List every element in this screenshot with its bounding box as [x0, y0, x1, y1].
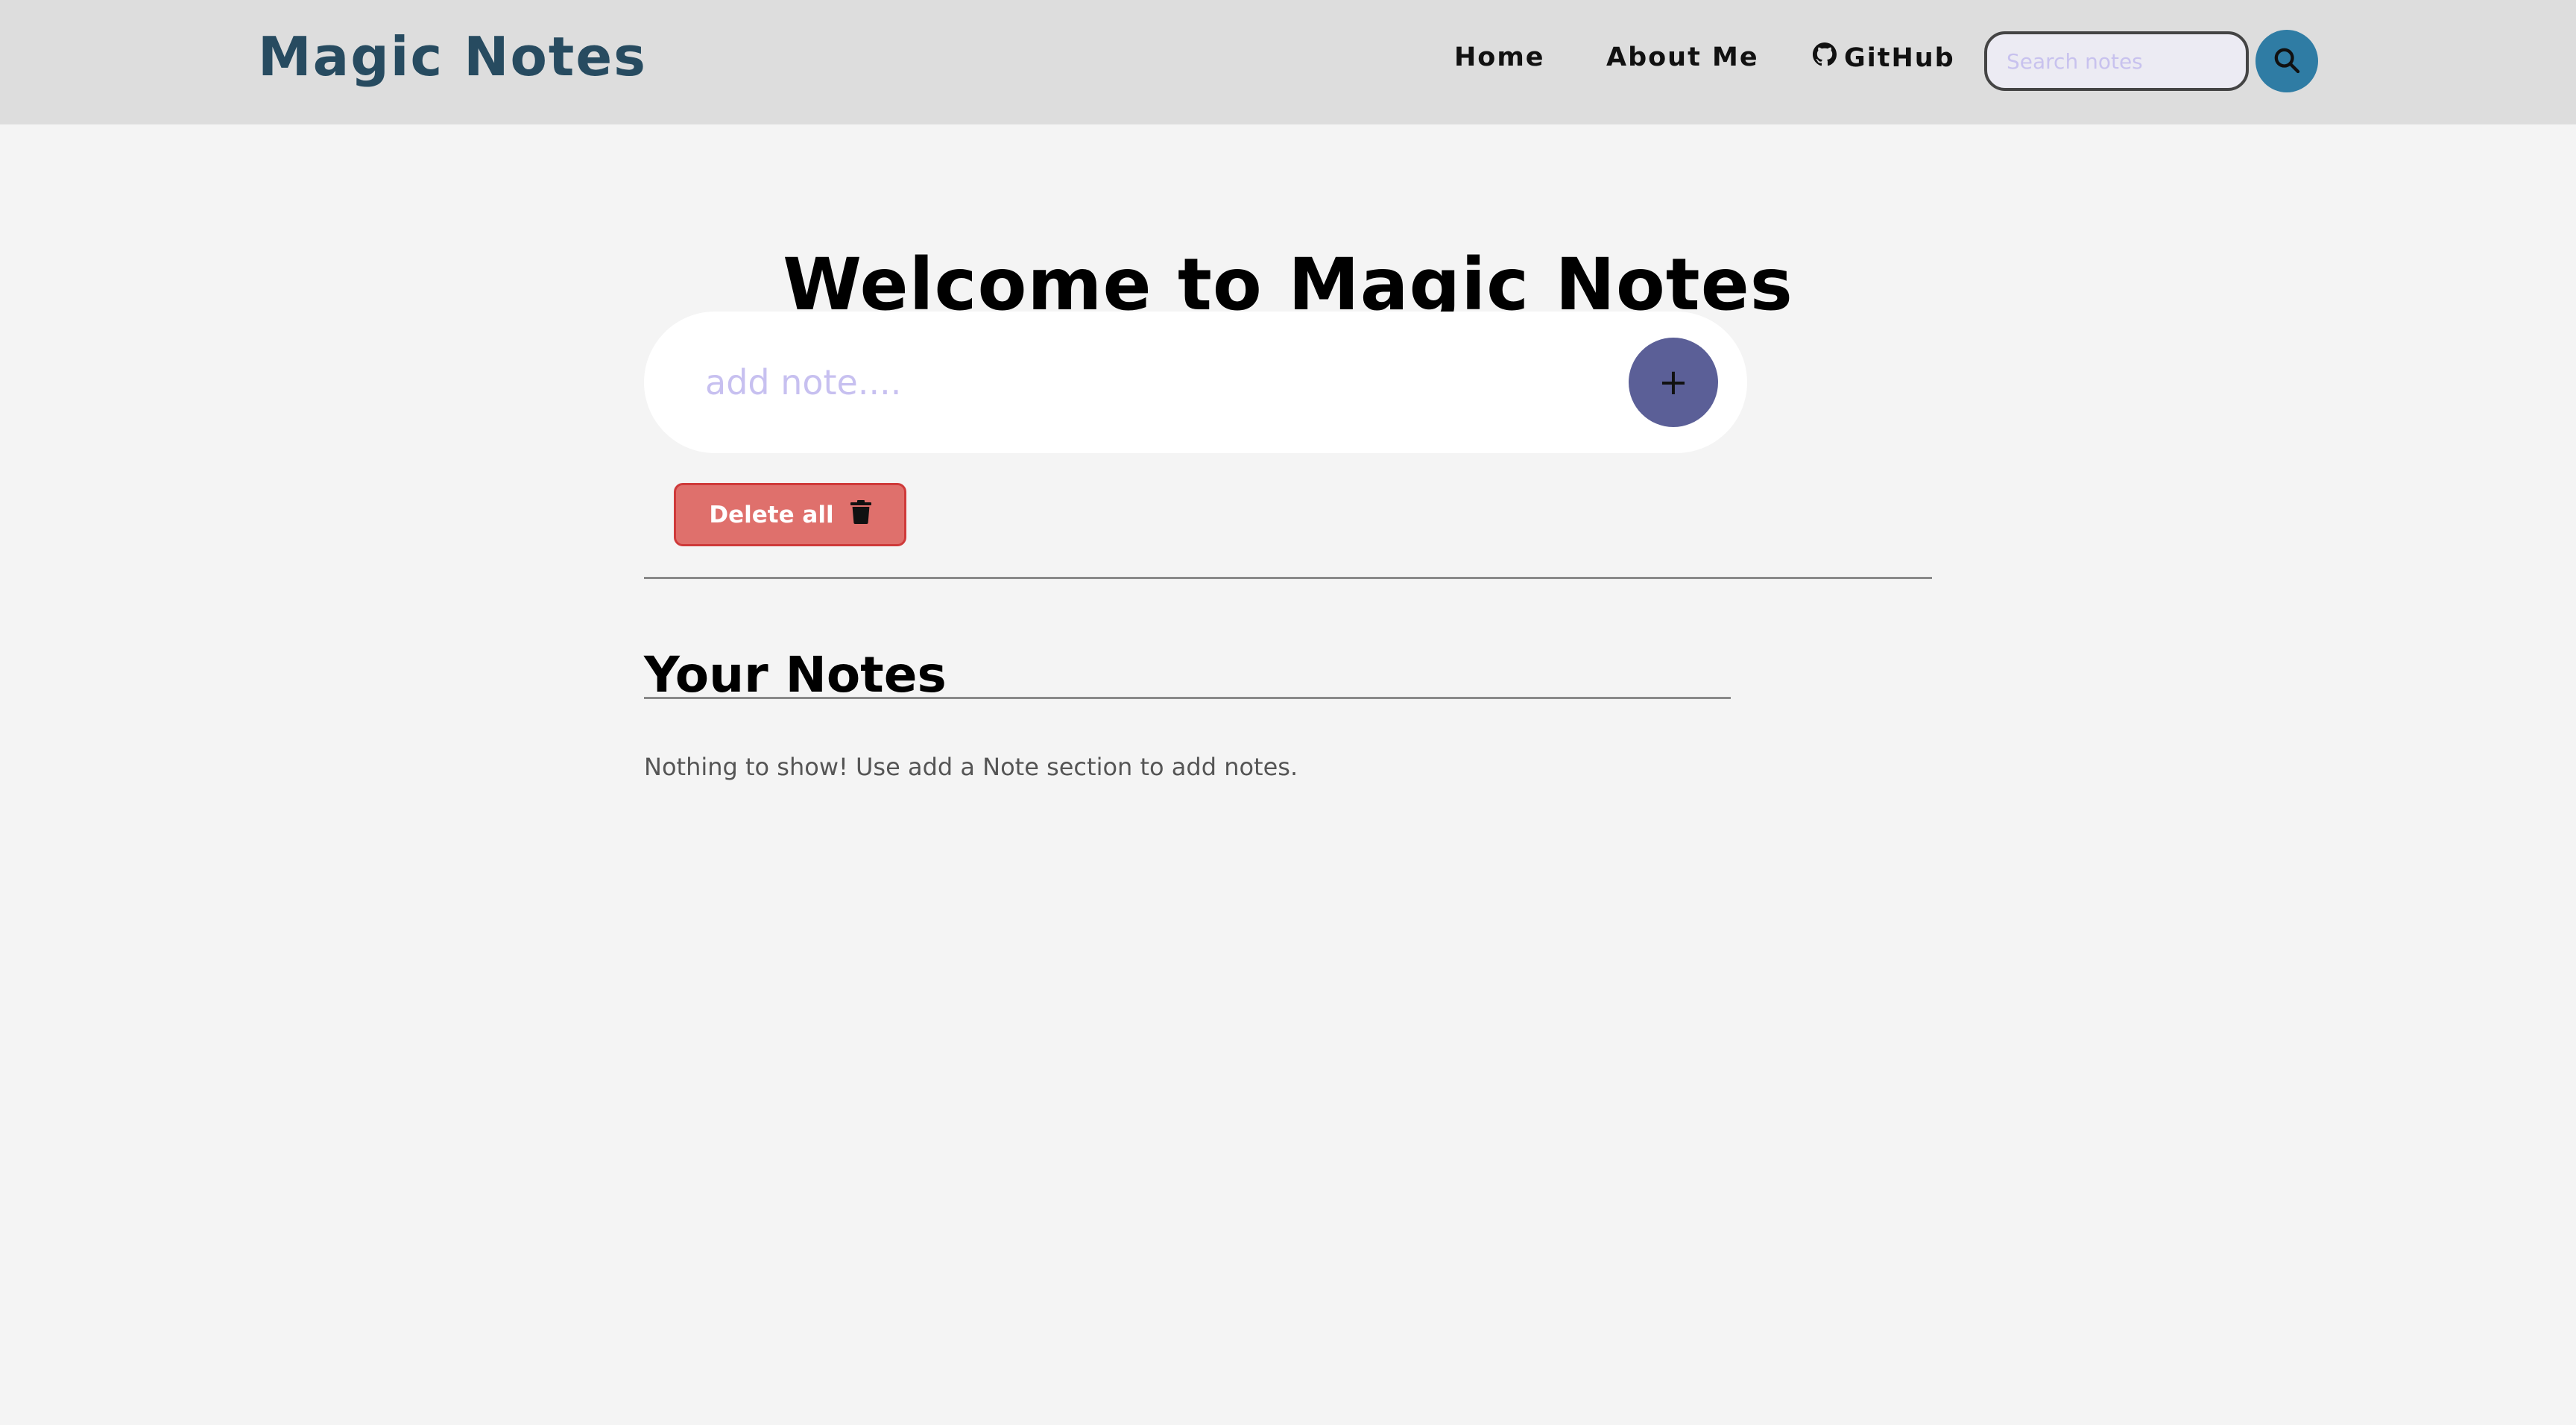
github-icon	[1813, 42, 1837, 73]
nav-link-home[interactable]: Home	[1454, 42, 1545, 72]
search-icon	[2272, 45, 2302, 78]
trash-icon	[850, 499, 871, 530]
add-note-button[interactable]: +	[1629, 338, 1718, 427]
delete-all-button[interactable]: Delete all	[674, 483, 906, 546]
nav-link-about[interactable]: About Me	[1606, 42, 1759, 72]
divider	[644, 577, 1932, 579]
notes-heading: Your Notes	[644, 645, 947, 704]
empty-notes-message: Nothing to show! Use add a Note section …	[644, 753, 1298, 781]
add-note-input[interactable]	[704, 349, 1524, 416]
search-input[interactable]	[1984, 31, 2249, 91]
nav-link-github[interactable]: GitHub	[1813, 42, 1955, 73]
delete-all-label: Delete all	[709, 501, 834, 528]
add-note-box: +	[644, 312, 1747, 453]
notes-divider	[644, 697, 1731, 699]
search-button[interactable]	[2255, 30, 2318, 92]
navbar: Magic Notes Home About Me GitHub	[0, 0, 2576, 124]
brand-logo[interactable]: Magic Notes	[258, 25, 647, 88]
nav-link-github-label: GitHub	[1844, 42, 1955, 73]
